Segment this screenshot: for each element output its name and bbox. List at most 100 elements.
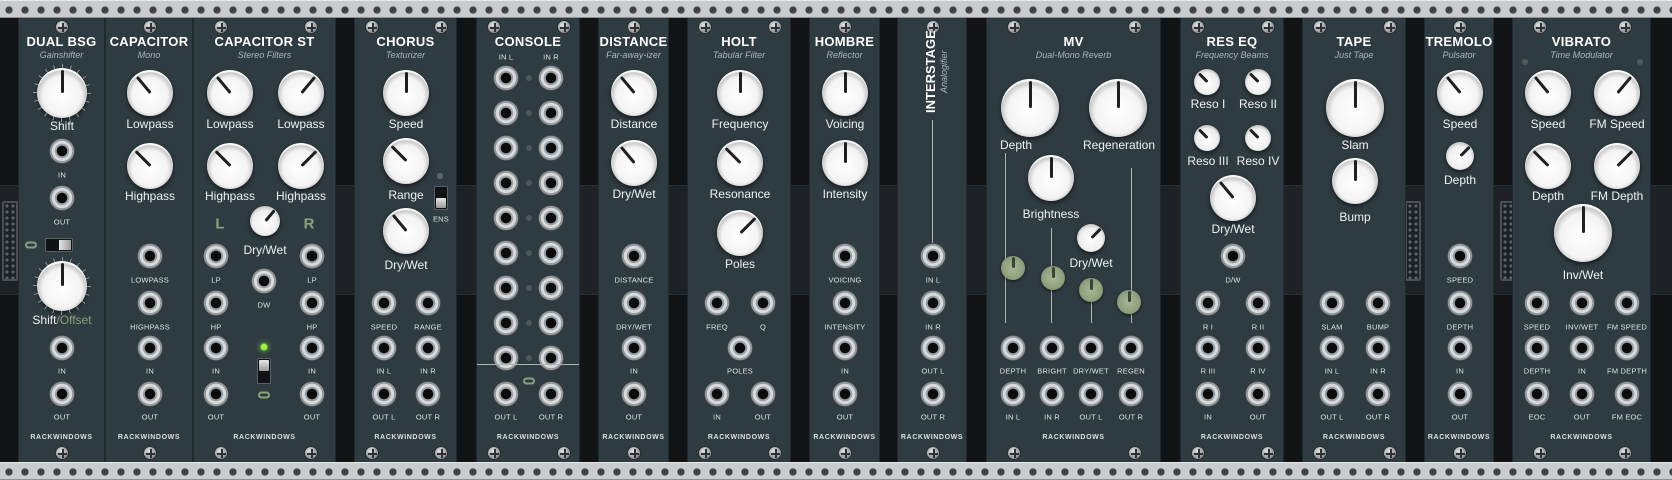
eoc-jack[interactable] [1524, 381, 1550, 407]
reso-iv-knob[interactable] [1245, 125, 1271, 151]
out-jack[interactable] [750, 381, 776, 407]
fm-eoc-jack[interactable] [1614, 381, 1640, 407]
slam-cv-jack[interactable] [1319, 290, 1345, 316]
out-left-jack[interactable] [493, 381, 519, 407]
out-right-jack[interactable] [299, 381, 325, 407]
depth-cv-jack[interactable] [1447, 290, 1473, 316]
r-i-cv-jack[interactable] [1195, 290, 1221, 316]
console-in-left-jack[interactable] [493, 65, 519, 91]
regen-cv-jack[interactable] [1118, 335, 1144, 361]
inv-wet-knob[interactable] [1554, 204, 1612, 262]
console-in-right-jack[interactable] [538, 205, 564, 231]
shift-offset-knob[interactable] [33, 257, 91, 315]
out-left-jack[interactable] [920, 335, 946, 361]
in-jack[interactable] [137, 335, 163, 361]
dry-wet-knob[interactable] [611, 140, 657, 186]
depth-cv-attenuator-knob[interactable] [1001, 256, 1025, 280]
in-jack[interactable] [1569, 335, 1595, 361]
console-in-left-jack[interactable] [493, 345, 519, 371]
console-in-right-jack[interactable] [538, 310, 564, 336]
poles-cv-jack[interactable] [727, 335, 753, 361]
out-jack[interactable] [832, 381, 858, 407]
hp-left-cv-jack[interactable] [203, 290, 229, 316]
depth-knob[interactable] [1001, 79, 1059, 137]
range-cv-jack[interactable] [415, 290, 441, 316]
out-right-jack[interactable] [415, 381, 441, 407]
out-jack[interactable] [49, 381, 75, 407]
console-in-right-jack[interactable] [538, 65, 564, 91]
dry-wet-knob[interactable] [1077, 224, 1105, 252]
dry-wet-knob[interactable] [1210, 175, 1256, 221]
ens-switch[interactable] [434, 186, 448, 210]
console-in-right-jack[interactable] [538, 240, 564, 266]
in-left-jack[interactable] [203, 335, 229, 361]
lowpass-cv-jack[interactable] [137, 243, 163, 269]
drywet-cv-jack[interactable] [1078, 335, 1104, 361]
in-jack[interactable] [832, 335, 858, 361]
intensity-cv-jack[interactable] [832, 290, 858, 316]
dry-wet-knob[interactable] [250, 206, 280, 236]
lowpass-knob[interactable] [127, 70, 173, 116]
hp-right-cv-jack[interactable] [299, 290, 325, 316]
in-jack[interactable] [621, 335, 647, 361]
in-jack[interactable] [1195, 381, 1221, 407]
poles-knob[interactable] [717, 210, 763, 256]
depth-cv-jack[interactable] [1524, 335, 1550, 361]
bump-cv-jack[interactable] [1365, 290, 1391, 316]
slam-knob[interactable] [1326, 79, 1384, 137]
drywet-cv-attenuator-knob[interactable] [1079, 278, 1103, 302]
reso-i-knob[interactable] [1194, 69, 1220, 95]
in-left-jack[interactable] [920, 243, 946, 269]
speed-knob[interactable] [1525, 70, 1571, 116]
in-left-jack[interactable] [371, 335, 397, 361]
out-left-jack[interactable] [203, 381, 229, 407]
out-right-jack[interactable] [538, 381, 564, 407]
in-left-jack[interactable] [1000, 381, 1026, 407]
highpass-cv-jack[interactable] [137, 290, 163, 316]
regeneration-knob[interactable] [1089, 79, 1147, 137]
in-right-jack[interactable] [415, 335, 441, 361]
fm-speed-knob[interactable] [1594, 70, 1640, 116]
depth-cv-jack[interactable] [1000, 335, 1026, 361]
console-in-left-jack[interactable] [493, 310, 519, 336]
dw-cv-jack[interactable] [251, 268, 277, 294]
fm-depth-cv-jack[interactable] [1614, 335, 1640, 361]
console-in-right-jack[interactable] [538, 135, 564, 161]
depth-knob[interactable] [1525, 143, 1571, 189]
regen-cv-attenuator-knob[interactable] [1117, 290, 1141, 314]
intensity-knob[interactable] [822, 140, 868, 186]
voicing-cv-jack[interactable] [832, 243, 858, 269]
dry-wet-knob[interactable] [383, 208, 429, 254]
brightness-knob[interactable] [1028, 155, 1074, 201]
in-right-jack[interactable] [1365, 335, 1391, 361]
lp-right-cv-jack[interactable] [299, 243, 325, 269]
console-in-right-jack[interactable] [538, 100, 564, 126]
highpass-left-knob[interactable] [207, 143, 253, 189]
out-right-jack[interactable] [920, 381, 946, 407]
lowpass-right-knob[interactable] [278, 70, 324, 116]
speed-cv-jack[interactable] [371, 290, 397, 316]
dry-wet-cv-jack[interactable] [621, 290, 647, 316]
speed-knob[interactable] [383, 70, 429, 116]
speed-cv-jack[interactable] [1447, 243, 1473, 269]
shift-knob[interactable] [33, 64, 91, 122]
reso-iii-knob[interactable] [1194, 125, 1220, 151]
console-in-left-jack[interactable] [493, 170, 519, 196]
r-ii-cv-jack[interactable] [1245, 290, 1271, 316]
speed-cv-jack[interactable] [1524, 290, 1550, 316]
in-right-jack[interactable] [1039, 381, 1065, 407]
console-in-left-jack[interactable] [493, 275, 519, 301]
out-left-jack[interactable] [1078, 381, 1104, 407]
resonance-knob[interactable] [717, 140, 763, 186]
in-jack[interactable] [704, 381, 730, 407]
in-right-jack[interactable] [299, 335, 325, 361]
mode-switch[interactable] [257, 358, 271, 384]
console-in-right-jack[interactable] [538, 275, 564, 301]
out-jack[interactable] [1245, 381, 1271, 407]
in-jack[interactable] [49, 138, 75, 164]
distance-cv-jack[interactable] [621, 243, 647, 269]
out-right-jack[interactable] [1365, 381, 1391, 407]
lp-left-cv-jack[interactable] [203, 243, 229, 269]
console-in-left-jack[interactable] [493, 240, 519, 266]
bright-cv-jack[interactable] [1039, 335, 1065, 361]
